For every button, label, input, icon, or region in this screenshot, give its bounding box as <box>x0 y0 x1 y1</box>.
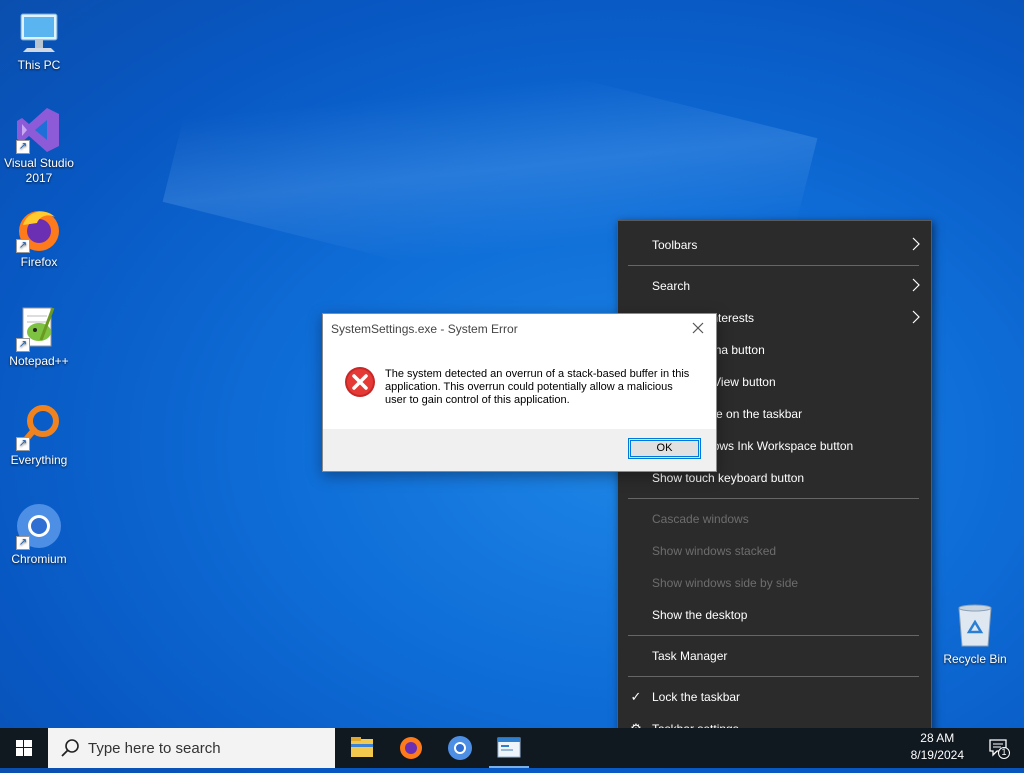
desktop-icon-notepad-plus-plus[interactable]: ↗ Notepad++ <box>0 304 78 369</box>
menu-item-label: Show the desktop <box>652 608 748 622</box>
dialog-message: The system detected an overrun of a stac… <box>385 368 690 406</box>
menu-item-search[interactable]: Search <box>618 270 931 302</box>
menu-item-label: Show windows side by side <box>652 576 799 590</box>
shortcut-arrow-icon: ↗ <box>16 536 30 550</box>
menu-separator <box>628 265 919 266</box>
menu-separator <box>628 676 919 677</box>
menu-item-label: Cascade windows <box>652 512 749 526</box>
system-error-dialog: SystemSettings.exe - System Error The sy… <box>322 313 717 472</box>
search-icon <box>61 739 79 757</box>
menu-item-task-manager[interactable]: Task Manager <box>618 640 931 672</box>
shortcut-arrow-icon: ↗ <box>16 239 30 253</box>
shortcut-arrow-icon: ↗ <box>16 437 30 451</box>
desktop-icon-this-pc[interactable]: This PC <box>0 8 78 73</box>
menu-item-show-the-desktop[interactable]: Show the desktop <box>618 599 931 631</box>
dialog-title: SystemSettings.exe - System Error <box>331 322 518 336</box>
menu-item-label: Show touch keyboard button <box>652 471 805 485</box>
taskbar-chromium[interactable] <box>436 728 484 768</box>
menu-item-label: Search <box>652 279 691 293</box>
clock-date: 8/19/2024 <box>910 748 964 762</box>
menu-item-toolbars[interactable]: Toolbars <box>618 229 931 261</box>
chevron-right-icon <box>912 310 920 324</box>
desktop-icon-label: Notepad++ <box>9 354 69 368</box>
close-icon[interactable] <box>690 320 706 336</box>
file-explorer-icon <box>351 737 373 757</box>
menu-item-label: Show windows stacked <box>652 544 777 558</box>
dialog-footer: OK <box>323 429 716 471</box>
clock-time: 28 AM <box>920 731 955 745</box>
recycle-bin-icon <box>951 602 999 650</box>
visual-studio-icon: ↗ <box>15 106 63 154</box>
desktop-icon-label: Firefox <box>20 255 58 269</box>
firefox-icon <box>400 737 422 759</box>
chevron-right-icon <box>912 237 920 251</box>
app-window-icon <box>497 737 521 758</box>
menu-item-label: Lock the taskbar <box>652 690 741 704</box>
desktop-icon-label: This PC <box>17 58 61 72</box>
menu-item-cascade-windows: Cascade windows <box>618 503 931 535</box>
taskbar-file-explorer[interactable] <box>338 728 386 768</box>
taskbar-context-menu: Toolbars Search News and interests Show … <box>617 220 932 755</box>
firefox-icon: ↗ <box>15 205 63 253</box>
chromium-icon: ↗ <box>15 502 63 550</box>
desktop-icon-everything[interactable]: ↗ Everything <box>0 403 78 468</box>
menu-item-lock-the-taskbar[interactable]: ✓ Lock the taskbar <box>618 681 931 713</box>
menu-item-label: Toolbars <box>652 238 698 252</box>
error-icon <box>345 367 375 397</box>
start-button[interactable] <box>0 728 48 768</box>
desktop-icon-label: Recycle Bin <box>943 652 1007 666</box>
this-pc-icon <box>15 8 63 56</box>
menu-item-show-windows-side-by-side: Show windows side by side <box>618 567 931 599</box>
taskbar: Type here to search 28 AM 8/19/2024 1 <box>0 728 1024 768</box>
system-clock[interactable]: 28 AM 8/19/2024 <box>911 730 964 764</box>
search-placeholder: Type here to search <box>88 740 221 757</box>
desktop-icon-label: Chromium <box>11 552 67 566</box>
ok-button[interactable]: OK <box>628 438 701 459</box>
desktop-icon-chromium[interactable]: ↗ Chromium <box>0 502 78 567</box>
menu-item-show-windows-stacked: Show windows stacked <box>618 535 931 567</box>
desktop-icon-label: Everything <box>10 453 68 467</box>
shortcut-arrow-icon: ↗ <box>16 338 30 352</box>
desktop-icon-visual-studio[interactable]: ↗ Visual Studio 2017 <box>0 106 78 186</box>
windows-logo-icon <box>16 740 32 756</box>
taskbar-search-box[interactable]: Type here to search <box>48 728 335 768</box>
taskbar-app-window[interactable] <box>485 728 533 768</box>
desktop-icon-firefox[interactable]: ↗ Firefox <box>0 205 78 270</box>
menu-separator <box>628 635 919 636</box>
chevron-right-icon <box>912 278 920 292</box>
notepad-plus-plus-icon: ↗ <box>15 304 63 352</box>
menu-item-label: Task Manager <box>652 649 728 663</box>
desktop-icon-label: Visual Studio 2017 <box>4 156 74 185</box>
everything-search-icon: ↗ <box>15 403 63 451</box>
notification-count: 1 <box>1001 747 1007 757</box>
checkmark-icon: ✓ <box>630 689 642 704</box>
action-center-button[interactable]: 1 <box>988 737 1010 759</box>
shortcut-arrow-icon: ↗ <box>16 140 30 154</box>
menu-separator <box>628 498 919 499</box>
chromium-icon <box>448 736 472 760</box>
desktop-icon-recycle-bin[interactable]: Recycle Bin <box>936 602 1014 667</box>
taskbar-firefox[interactable] <box>387 728 435 768</box>
